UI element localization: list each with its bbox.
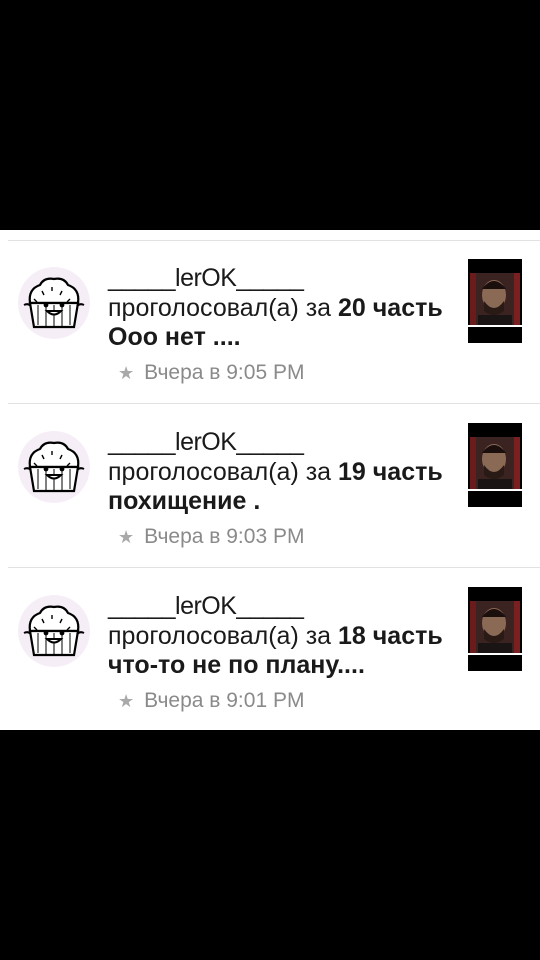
star-icon: ★: [118, 363, 135, 383]
vote-action-text: проголосовал(а) за 19 часть: [108, 457, 443, 487]
timestamp-row: ★ Вчера в 9:03 PM: [118, 523, 304, 551]
vote-action-text: проголосовал(а) за 18 часть: [108, 621, 443, 651]
story-cover-thumbnail[interactable]: [468, 259, 522, 343]
story-cover-thumbnail[interactable]: [468, 423, 522, 507]
muffin-avatar-icon[interactable]: [16, 593, 92, 669]
part-number[interactable]: 18 часть: [338, 622, 443, 650]
action-label: проголосовал(а) за: [108, 458, 339, 486]
timestamp-row: ★ Вчера в 9:01 PM: [118, 687, 304, 715]
notification-item[interactable]: _____lerOK_____ проголосовал(а) за 18 ча…: [0, 569, 540, 732]
part-number[interactable]: 20 часть: [338, 294, 443, 322]
action-label: проголосовал(а) за: [108, 294, 339, 322]
username[interactable]: _____lerOK_____: [108, 591, 304, 621]
muffin-avatar-icon[interactable]: [16, 429, 92, 505]
muffin-avatar-icon[interactable]: [16, 265, 92, 341]
username[interactable]: _____lerOK_____: [108, 427, 304, 457]
action-label: проголосовал(а) за: [108, 622, 339, 650]
story-cover-thumbnail[interactable]: [468, 587, 522, 671]
notification-item[interactable]: _____lerOK_____ проголосовал(а) за 19 ча…: [0, 405, 540, 568]
star-icon: ★: [118, 527, 135, 547]
timestamp: Вчера в 9:03 PM: [144, 525, 305, 548]
chapter-title[interactable]: похищение .: [108, 486, 260, 516]
screen: _____lerOK_____ проголосовал(а) за 20 ча…: [0, 0, 540, 960]
part-number[interactable]: 19 часть: [338, 458, 443, 486]
timestamp: Вчера в 9:01 PM: [144, 689, 305, 712]
vote-action-text: проголосовал(а) за 20 часть: [108, 293, 443, 323]
chapter-title[interactable]: что-то не по плану....: [108, 650, 365, 680]
username[interactable]: _____lerOK_____: [108, 263, 304, 293]
timestamp-row: ★ Вчера в 9:05 PM: [118, 359, 304, 387]
notification-item[interactable]: _____lerOK_____ проголосовал(а) за 20 ча…: [0, 241, 540, 404]
chapter-title[interactable]: Ооо нет ....: [108, 322, 241, 352]
row-divider: [8, 403, 540, 404]
row-divider: [8, 567, 540, 568]
notifications-panel: _____lerOK_____ проголосовал(а) за 20 ча…: [0, 230, 540, 730]
star-icon: ★: [118, 691, 135, 711]
timestamp: Вчера в 9:05 PM: [144, 361, 305, 384]
